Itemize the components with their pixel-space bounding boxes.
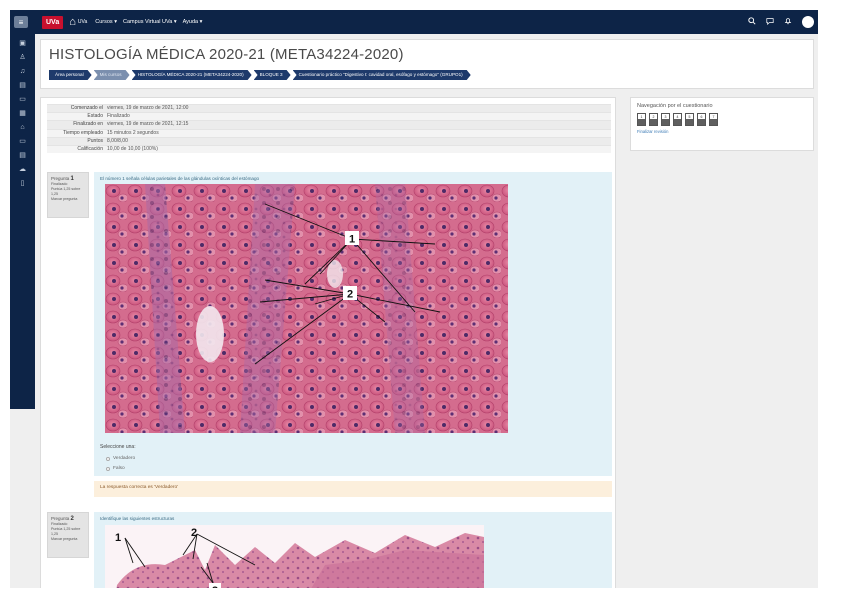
question-text: El número 1 señala células parietales de…: [100, 176, 260, 181]
option-falso[interactable]: Falso: [106, 466, 125, 471]
flag-question-link[interactable]: Marcar pregunta: [51, 197, 85, 202]
flag-question-link[interactable]: Marcar pregunta: [51, 537, 85, 542]
calendar-icon[interactable]: ▤: [19, 152, 26, 160]
page-content: HISTOLOGÍA MÉDICA 2020-21 (META34224-202…: [40, 39, 814, 588]
bell-icon[interactable]: ♫: [20, 68, 25, 76]
breadcrumb-area-personal[interactable]: Área personal: [49, 70, 92, 80]
breadcrumb: Área personal Mis cursos HISTOLOGÍA MÉDI…: [49, 70, 805, 80]
quiz-navigation-block: Navegación por el cuestionario 1 2 3 4 5…: [630, 97, 814, 151]
book-icon[interactable]: ▯: [21, 180, 25, 188]
attempt-summary-table: Comenzado el viernes, 19 de marzo de 202…: [47, 104, 611, 154]
summary-row: Puntos 8,00/8,00: [47, 136, 611, 146]
quiz-nav-question-5[interactable]: 5: [685, 113, 694, 126]
breadcrumb-quiz[interactable]: Cuestionario práctico "Digestivo I: cavi…: [293, 70, 471, 80]
chat-icon[interactable]: [766, 17, 774, 27]
uva-logo[interactable]: UVa: [42, 15, 64, 29]
calendar-icon[interactable]: ▤: [19, 82, 26, 90]
histology-image-stomach-wall: 1 2 3: [105, 525, 484, 588]
question-text: Identifique las siguientes estructuras: [100, 516, 175, 521]
summary-row: Tiempo empleado 15 minutos 2 segundos: [47, 128, 611, 137]
screen-icon[interactable]: ▭: [19, 138, 26, 146]
summary-row: Estado Finalizado: [47, 112, 611, 121]
browser-frame: ≡ UVa ⌂ UVa Cursos ▾ Campus Virtual UVa …: [10, 10, 818, 588]
cloud-icon[interactable]: ☁: [19, 166, 26, 174]
quiz-navigation-buttons: 1 2 3 4 5 6 7: [637, 113, 807, 126]
quiz-nav-question-7[interactable]: 7: [709, 113, 718, 126]
grid-icon[interactable]: ▦: [19, 110, 26, 118]
quiz-nav-question-1[interactable]: 1: [637, 113, 646, 126]
dashboard-icon[interactable]: ▣: [19, 40, 26, 48]
quiz-nav-question-6[interactable]: 6: [697, 113, 706, 126]
user-icon[interactable]: ♙: [19, 54, 25, 62]
menu-cursos[interactable]: Cursos ▾: [95, 19, 117, 25]
home-icon[interactable]: ⌂: [69, 16, 76, 28]
page-title: HISTOLOGÍA MÉDICA 2020-21 (META34224-202…: [49, 46, 404, 63]
question-1-info: Pregunta 1 Finalizado Puntúa 1,25 sobre …: [47, 172, 89, 218]
quiz-navigation-title: Navegación por el cuestionario: [637, 103, 713, 109]
top-menu: Cursos ▾ Campus Virtual UVa ▾ Ayuda ▾: [95, 19, 202, 25]
quiz-nav-question-2[interactable]: 2: [649, 113, 658, 126]
home-icon[interactable]: ⌂: [20, 124, 24, 132]
breadcrumb-bloque[interactable]: BLOQUE 3: [254, 70, 291, 80]
quiz-review-region: Comenzado el viernes, 19 de marzo de 202…: [40, 97, 616, 588]
answer-prompt: Seleccione una:: [100, 444, 136, 450]
search-icon[interactable]: [748, 17, 756, 27]
option-verdadero[interactable]: Verdadero: [106, 456, 135, 461]
page-header: HISTOLOGÍA MÉDICA 2020-21 (META34224-202…: [40, 39, 814, 89]
image-label-2: 2: [347, 289, 353, 301]
image-label-1: 1: [349, 234, 355, 246]
question-2-content: Identifique las siguientes estructuras 1…: [94, 512, 612, 588]
summary-row: Calificación 10,00 de 10,00 (100%): [47, 145, 611, 154]
finish-review-link[interactable]: Finalizar revisión: [637, 129, 807, 134]
image-label-2: 2: [191, 527, 197, 539]
breadcrumb-course[interactable]: HISTOLOGÍA MÉDICA 2020-21 (META34224-202…: [132, 70, 252, 80]
histology-image-parietal-cells: 1 2: [105, 184, 508, 433]
menu-campus-virtual[interactable]: Campus Virtual UVa ▾: [123, 19, 177, 25]
hamburger-menu-icon[interactable]: ≡: [14, 16, 28, 28]
image-label-3: 3: [212, 585, 218, 588]
summary-row: Finalizado en viernes, 19 de marzo de 20…: [47, 120, 611, 129]
image-label-1: 1: [115, 532, 121, 544]
user-avatar[interactable]: [802, 16, 814, 28]
left-sidebar: ▣ ♙ ♫ ▤ ▭ ▦ ⌂ ▭ ▤ ☁ ▯: [10, 34, 35, 409]
radio-button[interactable]: [106, 466, 110, 471]
radio-button[interactable]: [106, 456, 110, 461]
correct-answer-feedback: La respuesta correcta es 'Verdadero': [94, 481, 612, 497]
summary-row: Comenzado el viernes, 19 de marzo de 202…: [47, 104, 611, 113]
breadcrumb-mis-cursos[interactable]: Mis cursos: [94, 70, 130, 80]
home-link-label[interactable]: UVa: [78, 19, 87, 25]
question-2-info: Pregunta 2 Finalizado Puntúa 1,25 sobre …: [47, 512, 89, 558]
question-1-content: El número 1 señala células parietales de…: [94, 172, 612, 476]
quiz-nav-question-4[interactable]: 4: [673, 113, 682, 126]
video-icon[interactable]: ▭: [19, 96, 26, 104]
top-icons: [748, 16, 814, 28]
quiz-nav-question-3[interactable]: 3: [661, 113, 670, 126]
top-navbar: ≡ UVa ⌂ UVa Cursos ▾ Campus Virtual UVa …: [10, 10, 818, 34]
menu-ayuda[interactable]: Ayuda ▾: [183, 19, 203, 25]
bell-icon[interactable]: [784, 17, 792, 27]
